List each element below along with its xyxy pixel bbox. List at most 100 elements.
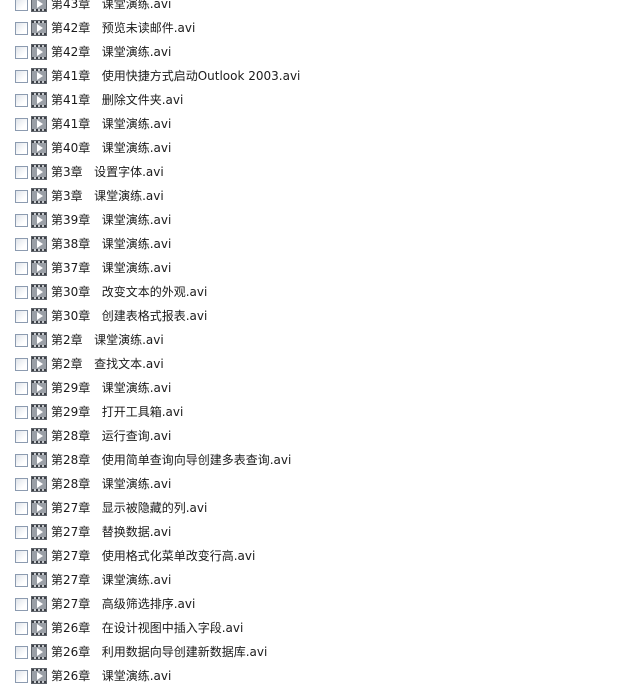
list-item[interactable]: 第2章 查找文本.avi xyxy=(0,353,619,377)
list-item[interactable]: 第28章 使用简单查询向导创建多表查询.avi xyxy=(0,449,619,473)
file-name[interactable]: 第38章 课堂演练.avi xyxy=(51,237,171,252)
checkbox[interactable] xyxy=(15,94,28,107)
video-file-icon xyxy=(31,212,47,228)
checkbox[interactable] xyxy=(15,70,28,83)
list-item[interactable]: 第39章 课堂演练.avi xyxy=(0,209,619,233)
file-name[interactable]: 第30章 改变文本的外观.avi xyxy=(51,285,207,300)
file-name[interactable]: 第27章 替换数据.avi xyxy=(51,525,171,540)
list-item[interactable]: 第3章 课堂演练.avi xyxy=(0,185,619,209)
list-item[interactable]: 第41章 使用快捷方式启动Outlook 2003.avi xyxy=(0,65,619,89)
list-item[interactable]: 第27章 课堂演练.avi xyxy=(0,569,619,593)
video-file-icon xyxy=(31,476,47,492)
video-file-icon xyxy=(31,404,47,420)
checkbox[interactable] xyxy=(15,550,28,563)
checkbox[interactable] xyxy=(15,238,28,251)
video-file-icon xyxy=(31,644,47,660)
file-name[interactable]: 第43章 课堂演练.avi xyxy=(51,0,171,12)
list-item[interactable]: 第38章 课堂演练.avi xyxy=(0,233,619,257)
checkbox[interactable] xyxy=(15,502,28,515)
file-name[interactable]: 第3章 设置字体.avi xyxy=(51,165,164,180)
file-list: 第43章 课堂演练.avi 第42章 预览未读邮件.avi 第42章 课堂演练.… xyxy=(0,0,619,689)
list-item[interactable]: 第40章 课堂演练.avi xyxy=(0,137,619,161)
file-name[interactable]: 第29章 课堂演练.avi xyxy=(51,381,171,396)
file-name[interactable]: 第26章 利用数据向导创建新数据库.avi xyxy=(51,645,267,660)
checkbox[interactable] xyxy=(15,334,28,347)
checkbox[interactable] xyxy=(15,526,28,539)
file-name[interactable]: 第40章 课堂演练.avi xyxy=(51,141,171,156)
file-name[interactable]: 第29章 打开工具箱.avi xyxy=(51,405,183,420)
checkbox[interactable] xyxy=(15,670,28,683)
list-item[interactable]: 第26章 课堂演练.avi xyxy=(0,665,619,689)
list-item[interactable]: 第43章 课堂演练.avi xyxy=(0,0,619,17)
checkbox[interactable] xyxy=(15,406,28,419)
list-item[interactable]: 第27章 高级筛选排序.avi xyxy=(0,593,619,617)
checkbox[interactable] xyxy=(15,214,28,227)
checkbox[interactable] xyxy=(15,358,28,371)
list-item[interactable]: 第30章 创建表格式报表.avi xyxy=(0,305,619,329)
list-item[interactable]: 第41章 删除文件夹.avi xyxy=(0,89,619,113)
video-file-icon xyxy=(31,284,47,300)
list-item[interactable]: 第27章 替换数据.avi xyxy=(0,521,619,545)
file-name[interactable]: 第27章 课堂演练.avi xyxy=(51,573,171,588)
checkbox[interactable] xyxy=(15,478,28,491)
file-name[interactable]: 第39章 课堂演练.avi xyxy=(51,213,171,228)
file-name[interactable]: 第41章 使用快捷方式启动Outlook 2003.avi xyxy=(51,69,300,84)
list-item[interactable]: 第42章 课堂演练.avi xyxy=(0,41,619,65)
file-name[interactable]: 第28章 课堂演练.avi xyxy=(51,477,171,492)
file-name[interactable]: 第41章 课堂演练.avi xyxy=(51,117,171,132)
checkbox[interactable] xyxy=(15,382,28,395)
video-file-icon xyxy=(31,524,47,540)
checkbox[interactable] xyxy=(15,22,28,35)
file-name[interactable]: 第27章 显示被隐藏的列.avi xyxy=(51,501,207,516)
list-item[interactable]: 第28章 课堂演练.avi xyxy=(0,473,619,497)
file-name[interactable]: 第27章 使用格式化菜单改变行高.avi xyxy=(51,549,255,564)
list-item[interactable]: 第3章 设置字体.avi xyxy=(0,161,619,185)
checkbox[interactable] xyxy=(15,622,28,635)
checkbox[interactable] xyxy=(15,598,28,611)
list-item[interactable]: 第29章 打开工具箱.avi xyxy=(0,401,619,425)
list-item[interactable]: 第27章 使用格式化菜单改变行高.avi xyxy=(0,545,619,569)
checkbox[interactable] xyxy=(15,454,28,467)
file-name[interactable]: 第26章 在设计视图中插入字段.avi xyxy=(51,621,243,636)
list-item[interactable]: 第37章 课堂演练.avi xyxy=(0,257,619,281)
video-file-icon xyxy=(31,380,47,396)
video-file-icon xyxy=(31,68,47,84)
checkbox[interactable] xyxy=(15,262,28,275)
list-item[interactable]: 第2章 课堂演练.avi xyxy=(0,329,619,353)
list-item[interactable]: 第28章 运行查询.avi xyxy=(0,425,619,449)
checkbox[interactable] xyxy=(15,430,28,443)
file-name[interactable]: 第27章 高级筛选排序.avi xyxy=(51,597,195,612)
list-item[interactable]: 第27章 显示被隐藏的列.avi xyxy=(0,497,619,521)
video-file-icon xyxy=(31,500,47,516)
file-name[interactable]: 第42章 预览未读邮件.avi xyxy=(51,21,195,36)
file-name[interactable]: 第28章 使用简单查询向导创建多表查询.avi xyxy=(51,453,291,468)
checkbox[interactable] xyxy=(15,142,28,155)
video-file-icon xyxy=(31,236,47,252)
file-name[interactable]: 第42章 课堂演练.avi xyxy=(51,45,171,60)
file-name[interactable]: 第37章 课堂演练.avi xyxy=(51,261,171,276)
list-item[interactable]: 第26章 利用数据向导创建新数据库.avi xyxy=(0,641,619,665)
file-name[interactable]: 第30章 创建表格式报表.avi xyxy=(51,309,207,324)
checkbox[interactable] xyxy=(15,0,28,11)
checkbox[interactable] xyxy=(15,286,28,299)
video-file-icon xyxy=(31,44,47,60)
file-name[interactable]: 第2章 课堂演练.avi xyxy=(51,333,164,348)
list-item[interactable]: 第30章 改变文本的外观.avi xyxy=(0,281,619,305)
checkbox[interactable] xyxy=(15,190,28,203)
checkbox[interactable] xyxy=(15,118,28,131)
list-item[interactable]: 第29章 课堂演练.avi xyxy=(0,377,619,401)
file-name[interactable]: 第3章 课堂演练.avi xyxy=(51,189,164,204)
file-name[interactable]: 第41章 删除文件夹.avi xyxy=(51,93,183,108)
video-file-icon xyxy=(31,164,47,180)
file-name[interactable]: 第2章 查找文本.avi xyxy=(51,357,164,372)
checkbox[interactable] xyxy=(15,166,28,179)
video-file-icon xyxy=(31,0,47,12)
checkbox[interactable] xyxy=(15,574,28,587)
checkbox[interactable] xyxy=(15,646,28,659)
list-item[interactable]: 第26章 在设计视图中插入字段.avi xyxy=(0,617,619,641)
checkbox[interactable] xyxy=(15,46,28,59)
list-item[interactable]: 第41章 课堂演练.avi xyxy=(0,113,619,137)
checkbox[interactable] xyxy=(15,310,28,323)
file-name[interactable]: 第28章 运行查询.avi xyxy=(51,429,171,444)
list-item[interactable]: 第42章 预览未读邮件.avi xyxy=(0,17,619,41)
